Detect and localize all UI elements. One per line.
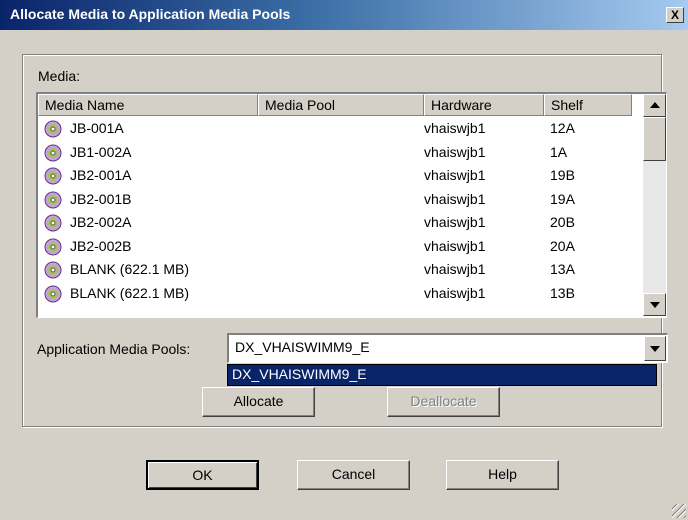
media-name-cell: JB2-002B [70, 237, 132, 254]
hardware-cell: vhaiswjb1 [424, 190, 486, 207]
media-name-cell: JB-001A [70, 120, 124, 136]
column-header-hardware[interactable]: Hardware [424, 94, 544, 116]
close-button[interactable]: X [666, 7, 684, 23]
table-row[interactable]: JB2-002B vhaiswjb1 20A [38, 236, 632, 260]
column-header-shelf[interactable]: Shelf [544, 94, 632, 116]
application-media-pools-combobox[interactable]: DX_VHAISWIMM9_E [227, 333, 668, 363]
scroll-thumb[interactable] [643, 117, 666, 161]
shelf-cell: 19B [550, 167, 575, 183]
ok-button[interactable]: OK [146, 460, 259, 490]
cancel-button[interactable]: Cancel [297, 460, 410, 490]
media-name-cell: JB2-001A [70, 167, 132, 183]
shelf-cell: 19A [550, 190, 575, 207]
table-row[interactable]: BLANK (622.1 MB) vhaiswjb1 13B [38, 283, 632, 307]
hardware-cell: vhaiswjb1 [424, 214, 486, 230]
media-name-cell: BLANK (622.1 MB) [70, 261, 190, 277]
media-list[interactable]: Media Name Media Pool Hardware Shelf JB-… [36, 92, 667, 318]
shelf-cell: 12A [550, 120, 575, 136]
deallocate-button[interactable]: Deallocate [387, 387, 500, 417]
media-list-scrollbar[interactable] [643, 94, 666, 316]
hardware-cell: vhaiswjb1 [424, 237, 486, 254]
application-media-pools-label: Application Media Pools: [37, 341, 191, 357]
column-header-media-name[interactable]: Media Name [38, 94, 258, 116]
hardware-cell: vhaiswjb1 [424, 143, 486, 160]
optical-disc-icon [44, 214, 62, 232]
table-row[interactable]: BLANK (622.1 MB) vhaiswjb1 13A [38, 259, 632, 283]
arrow-down-icon [650, 302, 660, 308]
allocate-media-dialog: Allocate Media to Application Media Pool… [0, 0, 688, 520]
optical-disc-icon [44, 261, 62, 279]
chevron-down-icon [650, 346, 660, 352]
pools-dropdown-option[interactable]: DX_VHAISWIMM9_E [228, 365, 656, 385]
combobox-value: DX_VHAISWIMM9_E [235, 339, 370, 355]
resize-grip[interactable] [672, 504, 686, 518]
optical-disc-icon [44, 285, 62, 302]
media-rows: JB-001A vhaiswjb1 12A JB1-002A vhaiswjb1… [38, 118, 632, 306]
media-name-cell: JB2-001B [70, 190, 132, 207]
allocate-button[interactable]: Allocate [202, 387, 315, 417]
hardware-cell: vhaiswjb1 [424, 261, 486, 277]
optical-disc-icon [44, 238, 62, 255]
scroll-up-button[interactable] [643, 94, 666, 117]
media-name-cell: BLANK (622.1 MB) [70, 284, 190, 301]
hardware-cell: vhaiswjb1 [424, 120, 486, 136]
shelf-cell: 20B [550, 214, 575, 230]
window-title: Allocate Media to Application Media Pool… [10, 6, 291, 22]
table-row[interactable]: JB-001A vhaiswjb1 12A [38, 118, 632, 142]
title-bar[interactable]: Allocate Media to Application Media Pool… [0, 0, 688, 30]
help-button[interactable]: Help [446, 460, 559, 490]
media-name-cell: JB1-002A [70, 143, 132, 160]
optical-disc-icon [44, 120, 62, 138]
media-label: Media: [38, 68, 81, 84]
hardware-cell: vhaiswjb1 [424, 284, 486, 301]
shelf-cell: 20A [550, 237, 575, 254]
arrow-up-icon [650, 102, 660, 108]
optical-disc-icon [44, 191, 62, 208]
table-row[interactable]: JB2-001A vhaiswjb1 19B [38, 165, 632, 189]
combobox-dropdown-button[interactable] [644, 336, 666, 361]
shelf-cell: 13B [550, 284, 575, 301]
table-row[interactable]: JB2-001B vhaiswjb1 19A [38, 189, 632, 213]
media-name-cell: JB2-002A [70, 214, 132, 230]
shelf-cell: 13A [550, 261, 575, 277]
scroll-down-button[interactable] [643, 293, 666, 316]
optical-disc-icon [44, 167, 62, 185]
table-row[interactable]: JB2-002A vhaiswjb1 20B [38, 212, 632, 236]
hardware-cell: vhaiswjb1 [424, 167, 486, 183]
media-list-header: Media Name Media Pool Hardware Shelf [38, 94, 632, 116]
column-header-media-pool[interactable]: Media Pool [258, 94, 424, 116]
pools-dropdown-list[interactable]: DX_VHAISWIMM9_E [227, 364, 657, 386]
shelf-cell: 1A [550, 143, 568, 160]
table-row[interactable]: JB1-002A vhaiswjb1 1A [38, 142, 632, 166]
optical-disc-icon [44, 144, 62, 161]
close-icon: X [670, 8, 679, 22]
